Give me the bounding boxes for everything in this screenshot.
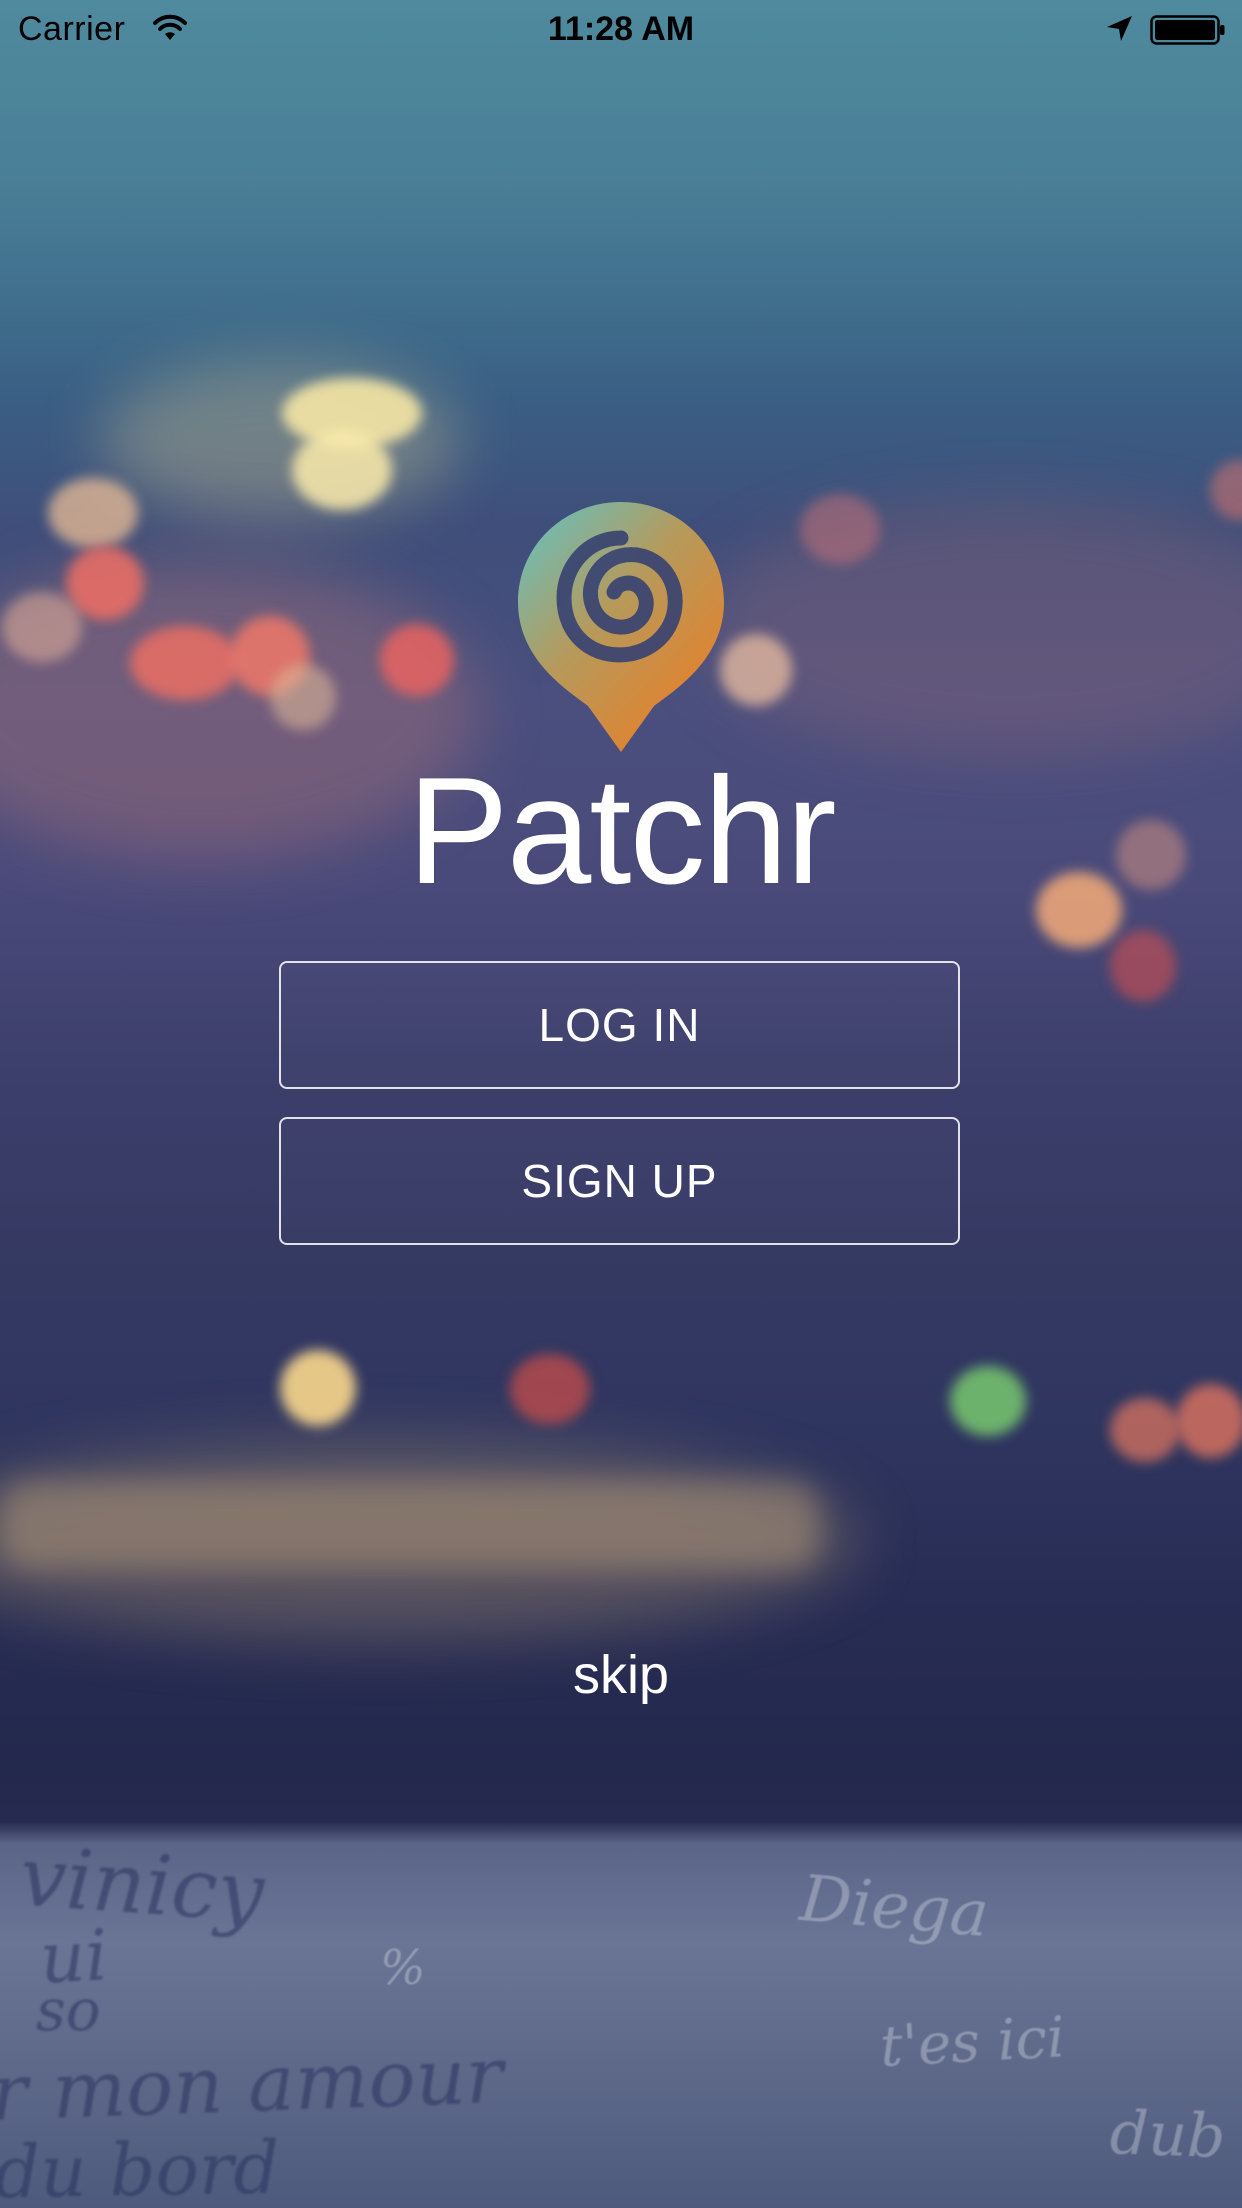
location-arrow-icon bbox=[1107, 16, 1132, 41]
app-title: Patchr bbox=[407, 746, 836, 916]
signup-button[interactable]: SIGN UP bbox=[279, 1117, 960, 1245]
skip-link[interactable]: skip bbox=[0, 1644, 1242, 1706]
clock: 11:28 AM bbox=[547, 10, 695, 48]
status-bar: Carrier 11:28 AM bbox=[0, 0, 1242, 60]
battery-icon bbox=[1150, 15, 1225, 45]
background-image: vinicy ui so r mon amour du bord Diega t… bbox=[0, 0, 1242, 2208]
login-button[interactable]: LOG IN bbox=[279, 961, 960, 1089]
welcome-screen: vinicy ui so r mon amour du bord Diega t… bbox=[0, 0, 1242, 2208]
patchr-spiral-pin-logo bbox=[518, 502, 724, 752]
